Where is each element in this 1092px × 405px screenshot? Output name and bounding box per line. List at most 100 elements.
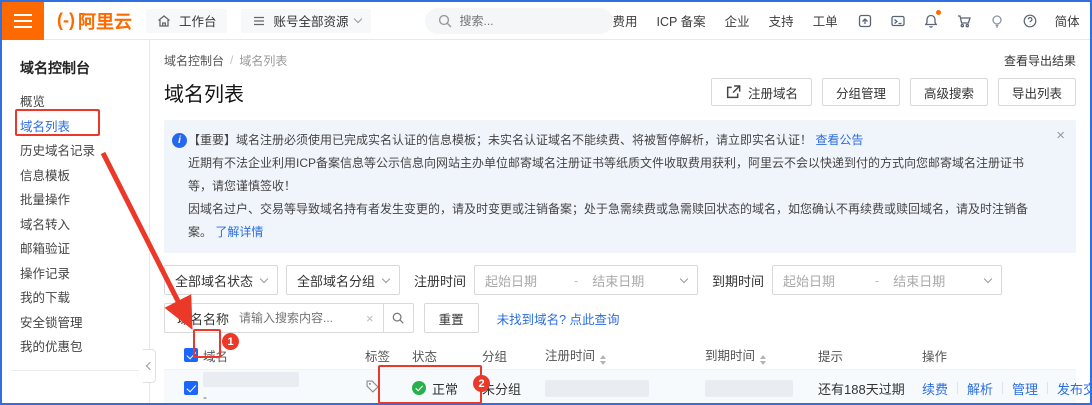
header-buttons: 注册域名 分组管理 高级搜索 导出列表 [711, 78, 1076, 106]
sidebar-item-info-template[interactable]: 信息模板 [2, 164, 149, 189]
notification-bell-icon[interactable] [923, 12, 940, 29]
sidebar-item-operation-records[interactable]: 操作记录 [2, 262, 149, 287]
notice-line-1-text: 【重要】域名注册必须使用已完成实名认证的信息模板；未实名认证域名不能续费、将被暂… [188, 133, 812, 147]
menu-item-ticket[interactable]: 工单 [813, 11, 838, 30]
table-header: 域名 标签 状态 分组 注册时间 到期时间 提示 操作 [164, 341, 1076, 369]
resolve-link[interactable]: 解析 [958, 379, 1002, 398]
sidebar-item-batch-operation[interactable]: 批量操作 [2, 188, 149, 213]
breadcrumb-separator: / [230, 53, 233, 67]
column-domain: 域名 [203, 346, 365, 365]
sidebar: 域名控制台 概览 域名列表 历史域名记录 信息模板 批量操作 域名转入 邮箱验证… [2, 40, 150, 403]
reg-time-cell [545, 380, 705, 397]
reset-button[interactable]: 重置 [424, 303, 479, 333]
sidebar-item-domain-list[interactable]: 域名列表 [2, 115, 149, 140]
account-resources-label: 账号全部资源 [274, 11, 349, 30]
page-title: 域名列表 [164, 78, 244, 107]
global-search[interactable] [425, 8, 613, 34]
aliyun-domain-console-page: (-) 阿里云 工作台 账号全部资源 费用 ICP 备案 [0, 0, 1092, 405]
notification-dot [936, 10, 941, 15]
column-reg-time-label: 注册时间 [545, 349, 595, 363]
breadcrumb-root[interactable]: 域名控制台 [164, 52, 224, 69]
view-export-result-link[interactable]: 查看导出结果 [1004, 52, 1076, 69]
chevron-down-icon [984, 274, 992, 282]
status-cell: 正常 [412, 379, 482, 398]
filter-row-1: 全部域名状态 全部域名分组 注册时间 起始日期 - 结束日期 到期时间 起始日期 [164, 265, 1076, 295]
language-switch[interactable]: 简体 [1055, 11, 1080, 30]
menu-item-billing[interactable]: 费用 [613, 11, 638, 30]
sidebar-item-email-verification[interactable]: 邮箱验证 [2, 237, 149, 262]
domain-not-found-link[interactable]: 未找到域名? 点此查询 [497, 309, 620, 328]
sidebar-item-security-lock[interactable]: 安全锁管理 [2, 311, 149, 336]
column-tag: 标签 [365, 346, 412, 365]
manage-link[interactable]: 管理 [1003, 379, 1047, 398]
sidebar-item-history-records[interactable]: 历史域名记录 [2, 139, 149, 164]
view-announcement-link[interactable]: 查看公告 [815, 133, 863, 147]
expiration-time-label: 到期时间 [712, 271, 764, 290]
sidebar-item-overview[interactable]: 概览 [2, 90, 149, 115]
notice-banner: i 【重要】域名注册必须使用已完成实名认证的信息模板；未实名认证域名不能续费、将… [164, 120, 1076, 253]
register-domain-label: 注册域名 [748, 83, 798, 102]
domain-group-dropdown[interactable]: 全部域名分组 [286, 265, 400, 295]
chevron-down-icon [260, 274, 268, 282]
expiration-date-range-picker[interactable]: 起始日期 - 结束日期 [772, 265, 1002, 295]
title-row: 域名列表 注册域名 分组管理 高级搜索 导出列表 [164, 78, 1076, 106]
sidebar-item-my-coupons[interactable]: 我的优惠包 [2, 335, 149, 360]
domain-name-search-input[interactable] [239, 304, 357, 332]
sort-icon[interactable] [600, 355, 606, 365]
terminal-icon[interactable] [890, 12, 907, 29]
exp-start-date-placeholder: 起始日期 [783, 271, 835, 290]
topbar: (-) 阿里云 工作台 账号全部资源 费用 ICP 备案 [2, 2, 1090, 40]
status-text: 正常 [432, 379, 458, 398]
close-icon[interactable]: × [1056, 128, 1065, 143]
help-icon[interactable] [1022, 12, 1039, 29]
notice-line-2: 近期有不法企业利用ICP备案信息等公示信息向网站主办单位邮寄域名注册证书等纸质文… [188, 152, 1046, 198]
menu-item-enterprise[interactable]: 企业 [725, 11, 750, 30]
lightbulb-icon[interactable] [989, 12, 1006, 29]
reg-end-date-placeholder: 结束日期 [592, 271, 644, 290]
chevron-down-icon [353, 15, 361, 23]
publish-trade-link[interactable]: 发布交易 [1048, 379, 1092, 398]
column-actions: 操作 [922, 346, 1076, 365]
sidebar-item-my-downloads[interactable]: 我的下载 [2, 286, 149, 311]
global-search-input[interactable] [460, 14, 601, 28]
sidebar-item-domain-transfer-in[interactable]: 域名转入 [2, 213, 149, 238]
account-resources-dropdown[interactable]: 账号全部资源 [241, 9, 371, 33]
cart-icon[interactable] [956, 12, 973, 29]
tag-icon[interactable] [365, 379, 412, 397]
workbench-button[interactable]: 工作台 [146, 9, 227, 33]
domain-status-dropdown[interactable]: 全部域名状态 [164, 265, 278, 295]
column-expire-time[interactable]: 到期时间 [705, 345, 818, 365]
search-submit-button[interactable] [383, 304, 413, 332]
menu-item-support[interactable]: 支持 [769, 11, 794, 30]
register-domain-button[interactable]: 注册域名 [711, 78, 812, 106]
registration-date-range-picker[interactable]: 起始日期 - 结束日期 [474, 265, 698, 295]
domain-name-redacted [203, 372, 299, 387]
learn-more-link[interactable]: 了解详情 [215, 225, 263, 239]
sidebar-menu: 概览 域名列表 历史域名记录 信息模板 批量操作 域名转入 邮箱验证 操作记录 … [2, 90, 149, 360]
row-checkbox[interactable] [184, 381, 198, 395]
reg-time-redacted [545, 380, 649, 397]
notice-line-1: 【重要】域名注册必须使用已完成实名认证的信息模板；未实名认证域名不能续费、将被暂… [188, 129, 1046, 152]
select-all-checkbox[interactable] [184, 348, 198, 362]
aliyun-logo[interactable]: (-) 阿里云 [57, 8, 132, 34]
sidebar-collapse-handle[interactable] [143, 349, 156, 383]
expire-time-cell [705, 380, 818, 397]
renew-link[interactable]: 续费 [922, 379, 957, 398]
menu-item-icp[interactable]: ICP 备案 [657, 11, 706, 30]
group-cell: 未分组 [482, 379, 545, 398]
app-grid-icon[interactable] [857, 12, 874, 29]
sort-icon[interactable] [760, 355, 766, 365]
filter-row-2: 域名名称 × 重置 未找到域名? 点此查询 [164, 303, 1076, 333]
home-icon [156, 12, 173, 29]
sidebar-divider [12, 370, 139, 371]
hamburger-menu-button[interactable] [2, 2, 44, 40]
external-link-icon [725, 84, 742, 101]
advanced-search-button[interactable]: 高级搜索 [910, 78, 988, 106]
registration-time-label: 注册时间 [414, 271, 466, 290]
export-list-label: 导出列表 [1012, 83, 1062, 102]
column-reg-time[interactable]: 注册时间 [545, 345, 705, 365]
group-management-button[interactable]: 分组管理 [822, 78, 900, 106]
export-list-button[interactable]: 导出列表 [998, 78, 1076, 106]
clear-input-icon[interactable]: × [357, 304, 383, 332]
domain-group-value: 全部域名分组 [297, 271, 375, 290]
